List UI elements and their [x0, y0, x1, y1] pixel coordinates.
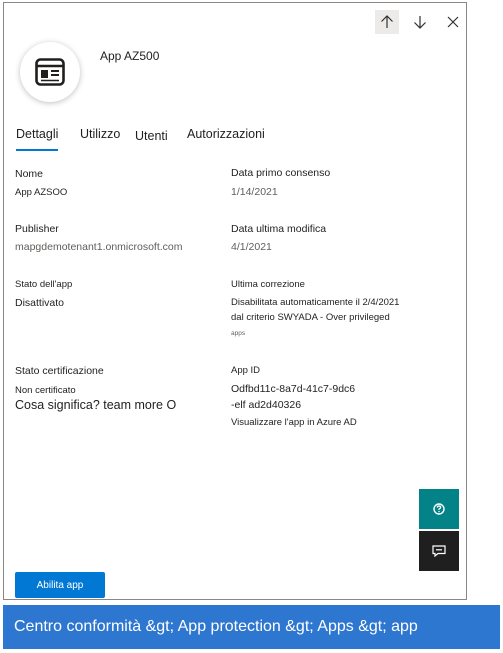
name-value: App AZSOO — [15, 187, 68, 198]
certification-info-link[interactable]: Cosa significa? team more O — [15, 398, 176, 412]
app-title: App AZ500 — [100, 49, 160, 63]
first-consent-label: Data primo consenso — [231, 167, 331, 179]
app-details-panel: App AZ500 Dettagli Utilizzo Utenti Autor… — [3, 2, 467, 600]
name-label: Nome — [15, 168, 44, 180]
feedback-button[interactable] — [419, 531, 459, 571]
arrow-up-icon — [381, 15, 393, 28]
app-id-label: App ID — [231, 365, 261, 376]
tab-users[interactable]: Utenti — [135, 129, 168, 143]
app-id-line-1: Odfbd11c-8a7d-41c7-9dc6 — [231, 383, 356, 395]
tab-bar: Dettagli Utilizzo Utenti Autorizzazioni — [4, 127, 466, 155]
tab-details[interactable]: Dettagli — [16, 127, 58, 141]
selected-tab-indicator — [16, 149, 58, 151]
publisher-label: Publisher — [15, 223, 59, 235]
last-modified-label: Data ultima modifica — [231, 223, 327, 235]
app-state-value: Disattivato — [15, 297, 65, 309]
last-fix-line-2: dal criterio SWYADA - Over privileged — [231, 312, 390, 323]
last-fix-line-3: apps — [231, 330, 246, 337]
first-consent-value: 1/14/2021 — [231, 186, 278, 198]
next-app-button[interactable] — [408, 10, 432, 34]
app-logo — [20, 42, 80, 102]
app-window-icon — [35, 58, 65, 86]
help-icon — [433, 503, 445, 515]
help-button[interactable] — [419, 489, 459, 529]
tab-permissions[interactable]: Autorizzazioni — [187, 127, 265, 141]
certification-value: Non certificato — [15, 385, 76, 396]
arrow-down-icon — [414, 16, 426, 29]
publisher-value: mapgdemotenant1.onmicrosoft.com — [15, 241, 183, 253]
tab-usage[interactable]: Utilizzo — [80, 127, 120, 141]
last-modified-value: 4/1/2021 — [231, 241, 272, 253]
caption-bar: Centro conformità &gt; App protection &g… — [3, 605, 500, 649]
close-button[interactable] — [441, 10, 465, 34]
certification-label: Stato certificazione — [15, 365, 104, 377]
previous-app-button[interactable] — [375, 10, 399, 34]
last-fix-line-1: Disabilitata automaticamente il 2/4/2021 — [231, 297, 400, 308]
view-in-azure-ad-link[interactable]: Visualizzare l'app in Azure AD — [231, 417, 357, 428]
last-fix-label: Ultima correzione — [231, 279, 305, 290]
app-id-line-2: -elf ad2d40326 — [231, 399, 302, 411]
close-icon — [447, 16, 459, 28]
enable-app-button[interactable]: Abilita app — [15, 572, 105, 598]
app-state-label: Stato dell'app — [15, 279, 73, 290]
feedback-icon — [432, 545, 446, 557]
